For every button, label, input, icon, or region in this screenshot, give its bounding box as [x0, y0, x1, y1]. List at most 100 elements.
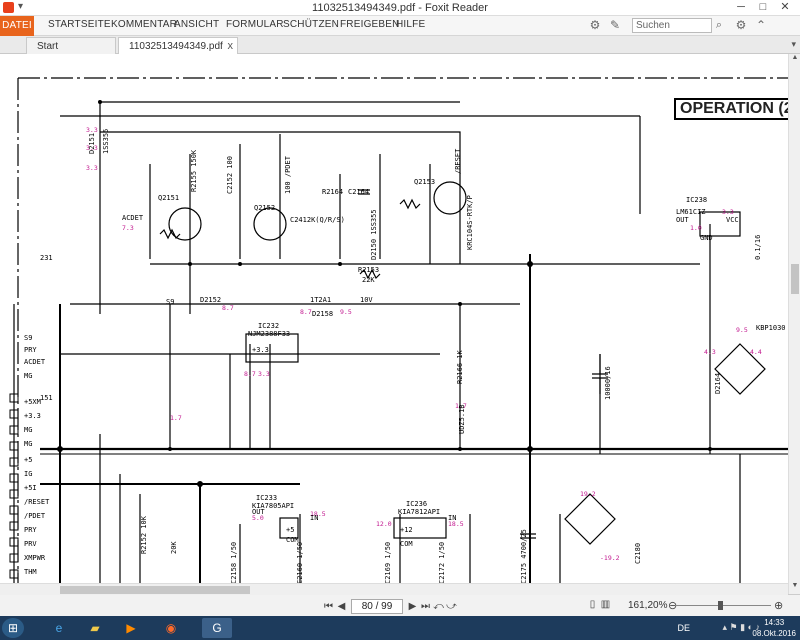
svg-text:/PDET: /PDET: [24, 512, 46, 520]
tab-startseite[interactable]: STARTSEITE: [48, 19, 111, 30]
svg-text:C2412K(Q/R/S): C2412K(Q/R/S): [290, 216, 345, 224]
svg-text:+3.3: +3.3: [24, 412, 41, 420]
zoom-level[interactable]: 161,20%: [628, 600, 667, 611]
first-page-icon[interactable]: ⏮: [322, 601, 335, 612]
svg-text:/RESET: /RESET: [24, 498, 50, 506]
tab-schuetzen[interactable]: SCHÜTZEN: [283, 19, 339, 30]
tab-hilfe[interactable]: HILFE: [396, 19, 425, 30]
svg-text:NJM2388F33: NJM2388F33: [248, 330, 290, 338]
svg-text:1SS355: 1SS355: [102, 129, 110, 154]
prev-page-icon[interactable]: ◀: [335, 601, 348, 612]
svg-text:10V: 10V: [360, 296, 373, 304]
next-page-icon[interactable]: ▶: [406, 601, 419, 612]
internet-explorer-icon[interactable]: e: [44, 618, 74, 638]
tab-document[interactable]: 11032513494349.pdf x: [118, 37, 238, 54]
page-heading: OPERATION (2: [674, 98, 800, 120]
svg-text:4.3: 4.3: [704, 348, 716, 356]
search-input[interactable]: Suchen: [632, 18, 712, 33]
svg-text:8.7: 8.7: [300, 308, 312, 316]
previous-view-icon[interactable]: ⤺: [432, 601, 445, 612]
svg-text:4.4: 4.4: [750, 348, 762, 356]
settings-icon[interactable]: ⚙: [588, 18, 602, 32]
svg-text:Q2152: Q2152: [254, 204, 275, 212]
svg-text:XMPWR: XMPWR: [24, 554, 46, 562]
document-view[interactable]: 3.3 3.3 3.3 7.3 3.3 1.0 9.5 4.3 4.4 8.7 8.7 9.…: [0, 54, 800, 594]
tab-kommentar[interactable]: KOMMENTAR: [111, 19, 177, 30]
single-page-icon[interactable]: ▯: [586, 599, 599, 610]
horizontal-scrollbar[interactable]: [0, 583, 788, 595]
tab-ansicht[interactable]: ANSICHT: [174, 19, 219, 30]
svg-text:+5I: +5I: [24, 484, 37, 492]
search-icon[interactable]: ⌕: [712, 18, 726, 33]
svg-text:12.0: 12.0: [376, 520, 392, 528]
svg-text:IN: IN: [448, 514, 456, 522]
foxit-reader-taskbar-icon[interactable]: G: [202, 618, 232, 638]
svg-text:IN: IN: [310, 514, 318, 522]
window-title: 11032513494349.pdf - Foxit Reader: [312, 2, 488, 14]
svg-text:+5: +5: [24, 456, 32, 464]
svg-text:D2152: D2152: [200, 296, 221, 304]
settings-gear-icon[interactable]: ⚙: [734, 18, 748, 32]
tab-start[interactable]: Start: [26, 37, 116, 54]
file-explorer-icon[interactable]: ▰: [80, 618, 110, 638]
next-view-icon[interactable]: ⤻: [445, 601, 458, 612]
svg-text:PRV: PRV: [24, 540, 37, 548]
maximize-button[interactable]: □: [752, 0, 774, 15]
tab-list-chevron-icon[interactable]: ▾: [791, 39, 796, 50]
firefox-icon[interactable]: ◉: [156, 618, 186, 638]
svg-text:D2158: D2158: [312, 310, 333, 318]
svg-text:8.7: 8.7: [244, 370, 256, 378]
signature-icon[interactable]: ✎: [608, 18, 622, 32]
svg-text:R2152 10K: R2152 10K: [140, 515, 148, 554]
svg-text:D2151: D2151: [88, 133, 96, 154]
svg-text:/RESET: /RESET: [454, 148, 462, 174]
chevron-up-icon[interactable]: ⌃: [754, 18, 768, 32]
svg-text:20K: 20K: [170, 541, 178, 554]
svg-text:PRY: PRY: [24, 346, 37, 354]
tab-formular[interactable]: FORMULAR: [226, 19, 284, 30]
continuous-page-icon[interactable]: ▥: [599, 599, 612, 610]
minimize-button[interactable]: ─: [730, 0, 752, 15]
svg-text:ACDET: ACDET: [122, 214, 144, 222]
svg-text:100 /PDET: 100 /PDET: [284, 155, 292, 194]
zoom-in-icon[interactable]: ⊕: [774, 599, 783, 612]
svg-text:C2164: C2164: [348, 188, 369, 196]
scroll-up-icon[interactable]: ▲: [789, 54, 800, 66]
keyboard-language[interactable]: DE: [677, 623, 690, 633]
zoom-slider-knob[interactable]: [718, 601, 723, 610]
svg-text:MG: MG: [24, 372, 32, 380]
svg-text:IC232: IC232: [258, 322, 279, 330]
start-button[interactable]: ⊞: [2, 618, 24, 638]
svg-text:R2153: R2153: [358, 266, 379, 274]
svg-text:9.5: 9.5: [736, 326, 748, 334]
svg-text:Q2151: Q2151: [158, 194, 179, 202]
zoom-slider[interactable]: [676, 601, 771, 610]
svg-text:1T2A1: 1T2A1: [310, 296, 331, 304]
svg-text:OUT: OUT: [676, 216, 689, 224]
svg-text:KBP1030: KBP1030: [756, 324, 786, 332]
svg-text:MG: MG: [24, 426, 32, 434]
close-button[interactable]: ✕: [774, 0, 796, 15]
svg-text:C2180: C2180: [634, 543, 642, 564]
svg-text:+5XM: +5XM: [24, 398, 41, 406]
svg-text:+3.3: +3.3: [252, 346, 269, 354]
svg-text:KIA7812API: KIA7812API: [398, 508, 440, 516]
svg-text:S9: S9: [24, 334, 32, 342]
svg-text:IG: IG: [24, 470, 32, 478]
close-tab-icon[interactable]: x: [228, 38, 234, 55]
media-player-icon[interactable]: ▶: [116, 618, 146, 638]
last-page-icon[interactable]: ⏭: [419, 601, 432, 612]
horizontal-scroll-thumb[interactable]: [60, 586, 250, 594]
document-tab-bar: Start 11032513494349.pdf x ▾: [0, 36, 800, 54]
page-number-input[interactable]: 80 / 99: [351, 599, 403, 614]
ribbon-tabs: DATEI STARTSEITE KOMMENTAR ANSICHT FORMU…: [0, 16, 800, 36]
svg-text:C2152 100: C2152 100: [226, 156, 234, 194]
scroll-down-icon[interactable]: ▼: [789, 582, 800, 594]
vertical-scrollbar[interactable]: ▲ ▼: [788, 54, 800, 594]
tab-datei[interactable]: DATEI: [0, 16, 34, 36]
tab-freigeben[interactable]: FREIGEBEN: [340, 19, 400, 30]
system-clock[interactable]: 14:33 08.Okt.2016: [752, 617, 796, 639]
scroll-thumb[interactable]: [791, 264, 799, 294]
svg-text:PRY: PRY: [24, 526, 37, 534]
svg-text:COM: COM: [400, 540, 413, 548]
